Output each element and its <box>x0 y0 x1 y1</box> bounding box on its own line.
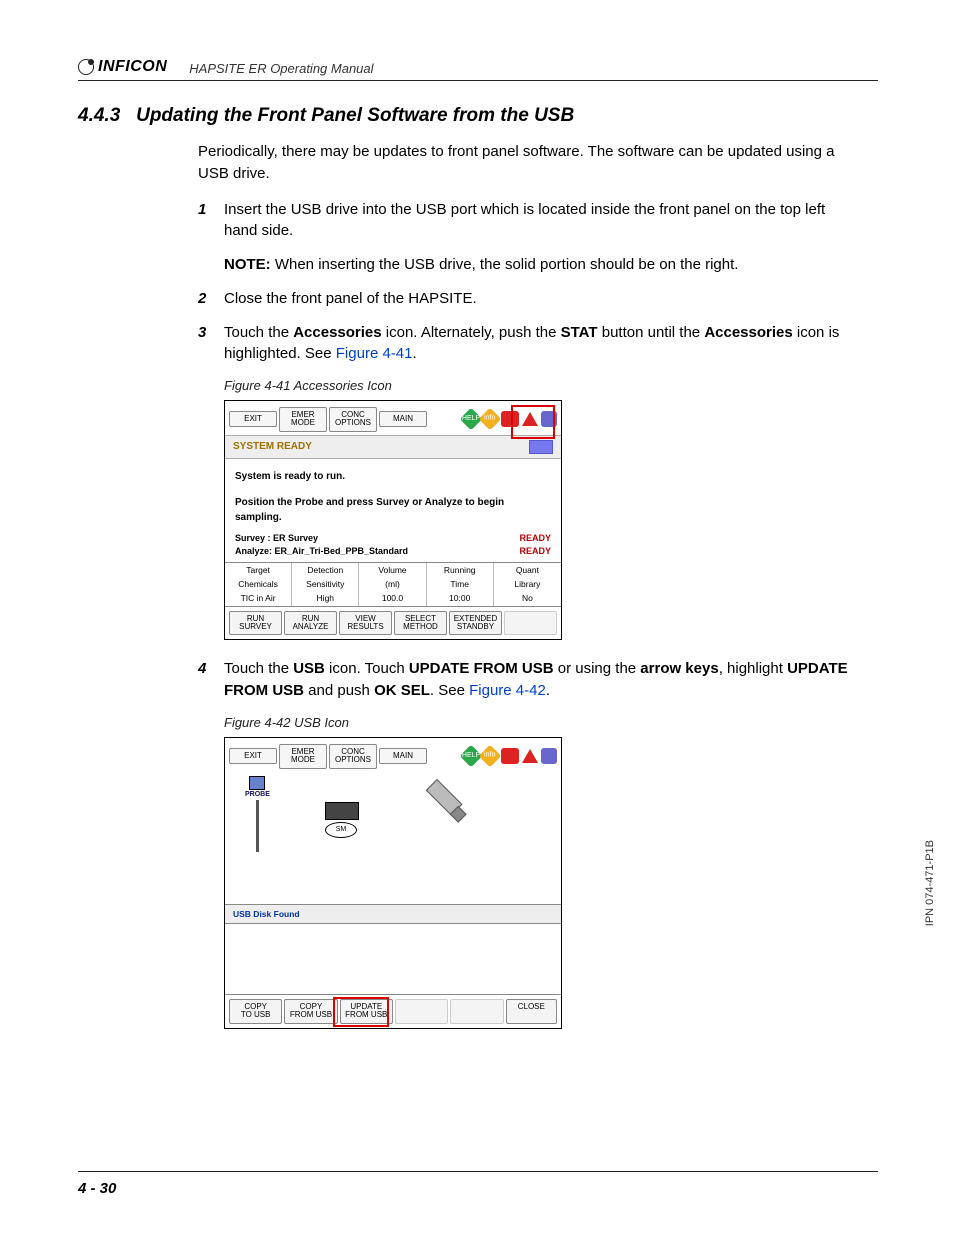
figure-4-41-link[interactable]: Figure 4-41 <box>336 345 413 362</box>
sm-label: SM <box>325 822 357 838</box>
step-1-text: Insert the USB drive into the USB port w… <box>224 199 858 243</box>
status-message-block: System is ready to run. Position the Pro… <box>225 459 561 532</box>
note-1: NOTE: When inserting the USB drive, the … <box>224 254 858 276</box>
step-4-text: Touch the USB icon. Touch UPDATE FROM US… <box>224 658 858 702</box>
intro-paragraph: Periodically, there may be updates to fr… <box>198 141 858 185</box>
figure-4-42-screenshot: EXIT EMER MODE CONC OPTIONS MAIN HELP in… <box>224 737 562 1029</box>
analyze-ready: READY <box>519 545 551 558</box>
page-footer: 4 - 30 <box>78 1171 878 1197</box>
emer-mode-button[interactable]: EMER MODE <box>279 407 327 432</box>
section-number: 4.4.3 <box>78 105 120 126</box>
accessories-icon[interactable] <box>541 748 557 764</box>
usb-status-bar: USB Disk Found <box>225 904 561 924</box>
step-3: 3 Touch the Accessories icon. Alternatel… <box>198 322 858 366</box>
main-button[interactable]: MAIN <box>379 411 427 427</box>
blank-button <box>450 999 503 1024</box>
figure-4-41-caption: Figure 4-41 Accessories Icon <box>224 377 858 396</box>
step-4-number: 4 <box>198 658 224 702</box>
step-3-text: Touch the Accessories icon. Alternately,… <box>224 322 858 366</box>
probe-icon[interactable]: PROBE <box>245 776 270 852</box>
copy-to-usb-button[interactable]: COPY TO USB <box>229 999 282 1024</box>
close-button[interactable]: CLOSE <box>506 999 557 1024</box>
step-2-number: 2 <box>198 288 224 310</box>
figure-4-42-caption: Figure 4-42 USB Icon <box>224 714 858 733</box>
ipn-code: IPN 074-471-P1B <box>924 840 936 926</box>
battery-icon[interactable] <box>501 748 519 764</box>
ready-indicator-icon <box>529 440 553 454</box>
accessories-highlight <box>511 405 555 439</box>
status-msg-2: Position the Probe and press Survey or A… <box>235 495 551 526</box>
document-title: HAPSITE ER Operating Manual <box>189 61 373 76</box>
step-2: 2 Close the front panel of the HAPSITE. <box>198 288 858 310</box>
note-label: NOTE: <box>224 256 271 273</box>
run-survey-button[interactable]: RUN SURVEY <box>229 611 282 636</box>
section-title: Updating the Front Panel Software from t… <box>136 105 574 126</box>
analyze-label: Analyze: ER_Air_Tri-Bed_PPB_Standard <box>235 545 408 558</box>
note-text: When inserting the USB drive, the solid … <box>275 256 739 273</box>
fig41-toolbar: EXIT EMER MODE CONC OPTIONS MAIN HELP in… <box>225 401 561 435</box>
emer-mode-button[interactable]: EMER MODE <box>279 744 327 769</box>
step-4: 4 Touch the USB icon. Touch UPDATE FROM … <box>198 658 858 702</box>
figure-4-42-link[interactable]: Figure 4-42 <box>469 682 546 699</box>
brand-text: INFICON <box>98 58 167 76</box>
fig41-bottom-buttons: RUN SURVEY RUN ANALYZE VIEW RESULTS SELE… <box>225 606 561 640</box>
info-grid: Target Detection Volume Running Quant Ch… <box>225 562 561 606</box>
blank-button <box>395 999 448 1024</box>
select-method-button[interactable]: SELECT METHOD <box>394 611 447 636</box>
exit-button[interactable]: EXIT <box>229 411 277 427</box>
step-1: 1 Insert the USB drive into the USB port… <box>198 199 858 243</box>
step-3-number: 3 <box>198 322 224 366</box>
warning-icon[interactable] <box>522 749 538 763</box>
info-icon[interactable]: info <box>479 408 502 431</box>
extended-standby-button[interactable]: EXTENDED STANDBY <box>449 611 502 636</box>
copy-from-usb-button[interactable]: COPY FROM USB <box>284 999 337 1024</box>
step-1-number: 1 <box>198 199 224 243</box>
figure-4-41-screenshot: EXIT EMER MODE CONC OPTIONS MAIN HELP in… <box>224 400 562 641</box>
exit-button[interactable]: EXIT <box>229 748 277 764</box>
accessories-panel: PROBE SM <box>225 772 561 904</box>
usb-drive-icon[interactable] <box>406 778 468 840</box>
page-header: INFICON HAPSITE ER Operating Manual <box>78 58 878 81</box>
fig42-toolbar: EXIT EMER MODE CONC OPTIONS MAIN HELP in… <box>225 738 561 772</box>
brand-logo: INFICON <box>78 58 167 76</box>
logo-mark-icon <box>78 59 94 75</box>
update-highlight <box>333 997 389 1027</box>
main-button[interactable]: MAIN <box>379 748 427 764</box>
run-analyze-button[interactable]: RUN ANALYZE <box>284 611 337 636</box>
step-2-text: Close the front panel of the HAPSITE. <box>224 288 858 310</box>
fig42-bottom-buttons: COPY TO USB COPY FROM USB UPDATE FROM US… <box>225 994 561 1028</box>
info-icon[interactable]: info <box>479 745 502 768</box>
page-number: 4 - 30 <box>78 1180 116 1197</box>
survey-ready: READY <box>519 532 551 545</box>
system-ready-text: SYSTEM READY <box>233 440 312 455</box>
sm-icon[interactable]: SM <box>325 802 373 828</box>
probe-label: PROBE <box>245 790 270 800</box>
section-heading: 4.4.3 Updating the Front Panel Software … <box>78 105 878 127</box>
conc-options-button[interactable]: CONC OPTIONS <box>329 744 377 769</box>
blank-button <box>504 611 557 636</box>
survey-label: Survey : ER Survey <box>235 532 318 545</box>
view-results-button[interactable]: VIEW RESULTS <box>339 611 392 636</box>
status-msg-1: System is ready to run. <box>235 469 551 485</box>
conc-options-button[interactable]: CONC OPTIONS <box>329 407 377 432</box>
survey-analyze-block: Survey : ER Survey READY Analyze: ER_Air… <box>225 532 561 562</box>
